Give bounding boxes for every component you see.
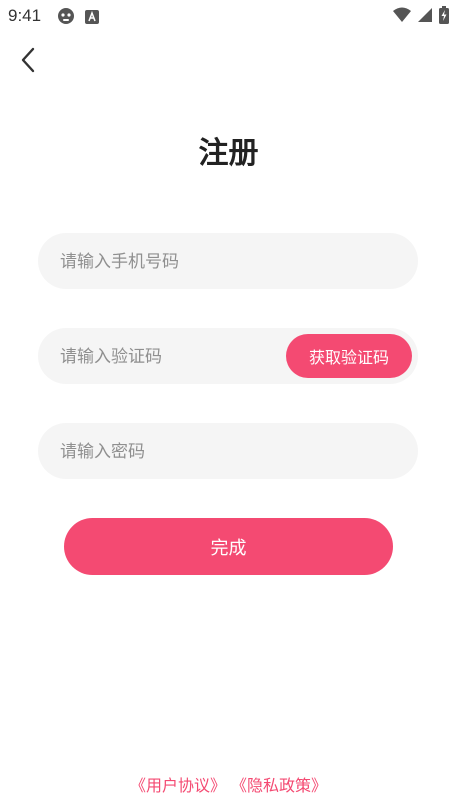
chevron-left-icon xyxy=(20,47,36,77)
page-title: 注册 xyxy=(198,136,259,171)
password-field xyxy=(38,423,418,481)
submit-button[interactable]: 完成 xyxy=(64,518,393,575)
wifi-icon xyxy=(393,7,411,27)
user-agreement-link[interactable]: 《用户协议》 xyxy=(130,776,226,795)
status-time: 9:41 xyxy=(8,6,42,25)
battery-charging-icon xyxy=(439,6,449,28)
password-input[interactable] xyxy=(58,423,402,481)
signal-icon xyxy=(417,7,433,27)
footer-links: 《用户协议》 《隐私政策》 xyxy=(0,772,457,796)
status-bar: 9:41 xyxy=(0,0,457,32)
back-button[interactable] xyxy=(12,46,44,78)
status-left-icons xyxy=(57,7,99,29)
privacy-policy-link[interactable]: 《隐私政策》 xyxy=(231,776,327,795)
game-controller-icon xyxy=(57,7,75,29)
status-right-icons xyxy=(393,6,449,28)
a-badge-icon xyxy=(85,9,99,28)
code-field: 获取验证码 xyxy=(38,328,418,386)
phone-input[interactable] xyxy=(58,233,402,291)
phone-field xyxy=(38,233,418,291)
verification-code-input[interactable] xyxy=(58,328,282,386)
get-code-button[interactable]: 获取验证码 xyxy=(286,334,412,378)
